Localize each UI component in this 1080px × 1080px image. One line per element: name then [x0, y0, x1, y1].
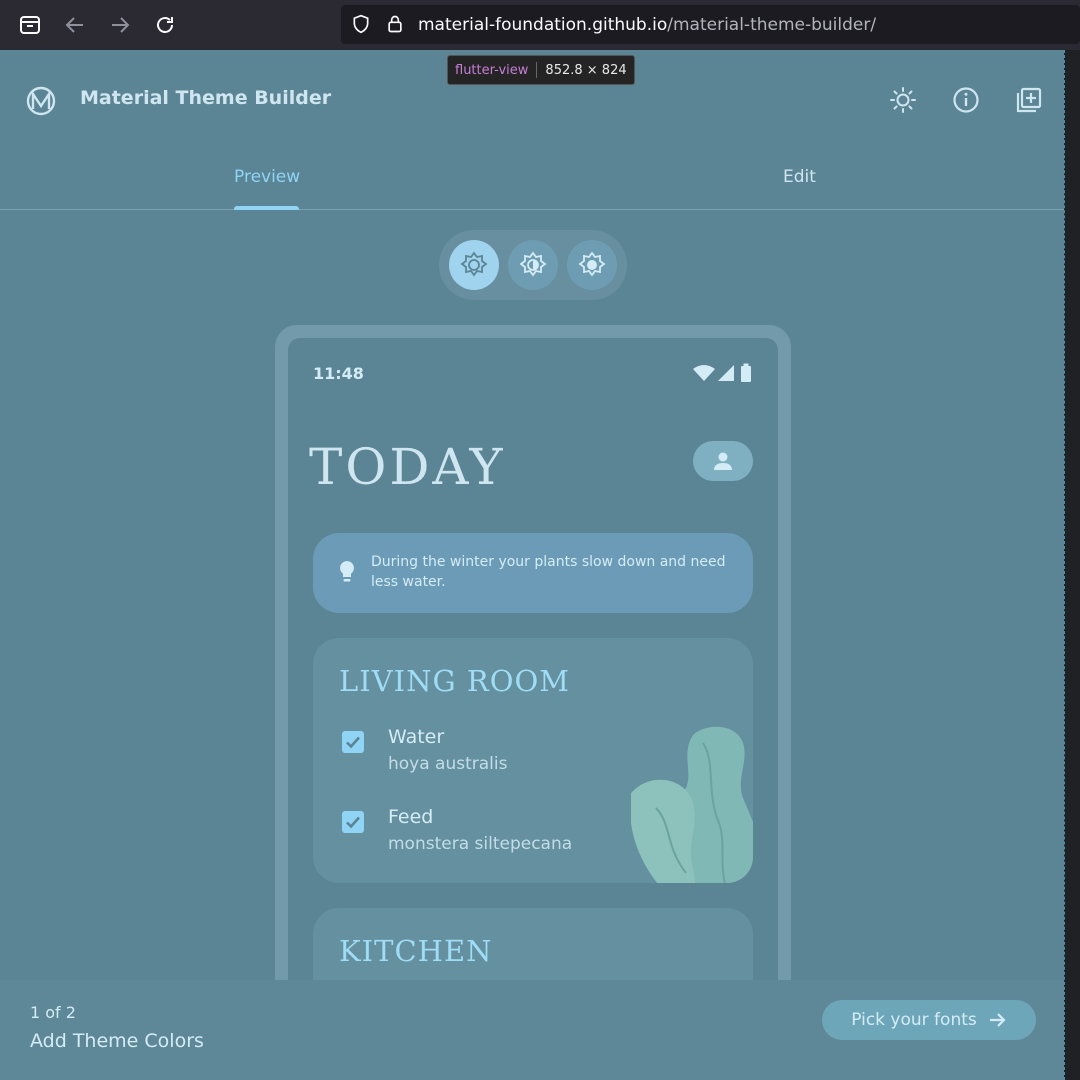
step-label: Add Theme Colors [30, 1030, 204, 1052]
active-tab-indicator [234, 206, 299, 210]
light-mode-icon [460, 251, 488, 277]
status-bar-icons [693, 363, 751, 382]
task-checkbox[interactable] [342, 811, 364, 833]
inspector-element-size: 852.8 × 824 [545, 62, 627, 78]
url-text: material-foundation.github.io/material-t… [418, 15, 876, 35]
task-title: Water [388, 726, 445, 748]
brightness-icon[interactable] [889, 86, 917, 114]
dark-mode-icon [578, 251, 606, 277]
tip-text: During the winter your plants slow down … [371, 554, 726, 590]
battery-icon [741, 366, 751, 382]
task-subtitle: hoya australis [388, 754, 508, 774]
lock-icon[interactable] [385, 13, 405, 35]
reload-icon[interactable] [153, 13, 177, 37]
pick-fonts-button[interactable]: Pick your fonts [822, 1000, 1036, 1040]
wifi-icon [693, 365, 715, 381]
profile-button[interactable] [693, 441, 753, 481]
task-checkbox[interactable] [342, 731, 364, 753]
signal-icon [718, 365, 734, 381]
arrow-right-icon [989, 1013, 1006, 1027]
forward-arrow-icon[interactable] [108, 13, 132, 37]
phone-screen: 11:48 TODAY During the winter your plant… [288, 338, 778, 1080]
theme-builder-app: Material Theme Builder Preview Edit 11:4… [0, 50, 1064, 1080]
task-title: Feed [388, 806, 434, 828]
check-icon [346, 736, 360, 749]
plant-tip-card: During the winter your plants slow down … [313, 533, 753, 613]
tooltip-divider [536, 62, 538, 78]
material-logo-icon[interactable] [26, 86, 56, 116]
tab-bar: Preview Edit [0, 150, 1064, 210]
status-bar-time: 11:48 [313, 364, 364, 383]
tab-tray-icon[interactable] [18, 13, 42, 37]
tab-preview[interactable]: Preview [234, 167, 300, 187]
stepper-bottom-bar: 1 of 2 Add Theme Colors Pick your fonts [0, 980, 1064, 1080]
step-counter: 1 of 2 [30, 1003, 76, 1022]
shield-icon[interactable] [351, 14, 371, 34]
lightbulb-icon [340, 561, 354, 582]
info-icon[interactable] [952, 86, 980, 114]
room-title: LIVING ROOM [339, 664, 570, 698]
light-mode-button[interactable] [449, 240, 499, 290]
url-path: /material-theme-builder/ [667, 15, 877, 35]
url-bar[interactable]: material-foundation.github.io/material-t… [341, 5, 1080, 44]
inspector-element-tag: flutter-view [455, 62, 529, 78]
browser-toolbar: material-foundation.github.io/material-t… [0, 0, 1080, 50]
task-subtitle: monstera siltepecana [388, 834, 573, 854]
app-title: Material Theme Builder [80, 87, 332, 109]
back-arrow-icon[interactable] [63, 13, 87, 37]
pick-fonts-label: Pick your fonts [851, 1010, 977, 1030]
check-icon [346, 816, 360, 829]
room-card-living-room: LIVING ROOM Water hoya australis Feed mo… [313, 638, 753, 883]
person-icon [714, 452, 732, 470]
contrast-mode-button[interactable] [508, 240, 558, 290]
devtools-panel-edge [1064, 50, 1080, 1080]
today-heading: TODAY [309, 438, 506, 496]
phone-preview-frame: 11:48 TODAY During the winter your plant… [275, 325, 791, 1080]
tab-edit[interactable]: Edit [783, 167, 816, 187]
plant-illustration [631, 726, 753, 883]
url-host: material-foundation.github.io [418, 15, 668, 35]
dark-mode-button[interactable] [567, 240, 617, 290]
inspector-tooltip: flutter-view 852.8 × 824 [447, 55, 635, 85]
theme-mode-switch [439, 230, 627, 300]
add-library-icon[interactable] [1015, 86, 1043, 114]
contrast-mode-icon [519, 251, 547, 277]
room-title: KITCHEN [339, 934, 493, 968]
